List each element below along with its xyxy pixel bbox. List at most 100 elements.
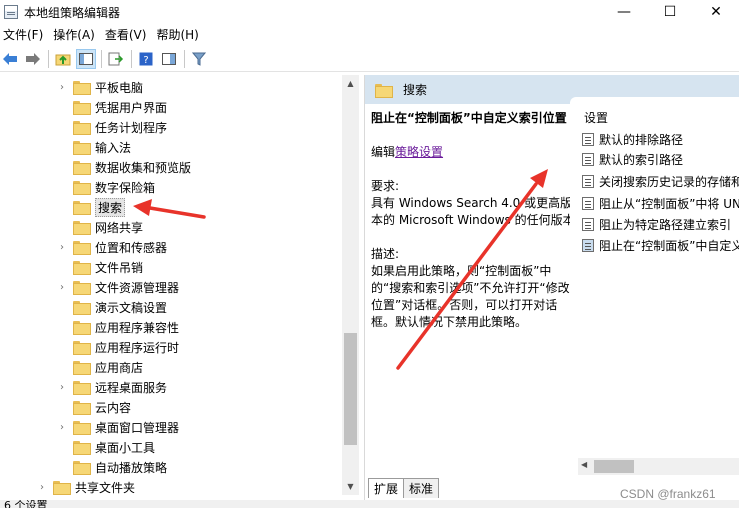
edit-prefix: 编辑 — [371, 145, 396, 159]
tree-item[interactable]: 文件吊销 — [56, 257, 358, 277]
gpedit-app-icon — [4, 5, 18, 19]
setting-item[interactable]: 默认的索引路径 — [582, 149, 739, 169]
folder-icon — [375, 83, 393, 98]
requirement-label: 要求: — [371, 179, 400, 193]
status-text: 6 个设置 — [4, 500, 48, 508]
chevron-right-icon[interactable]: › — [56, 242, 68, 253]
tree-item[interactable]: 凭据用户界面 — [56, 97, 358, 117]
menu-view[interactable]: 查看(V) — [102, 26, 154, 43]
folder-icon — [73, 421, 91, 435]
tree-item[interactable]: 应用程序兼容性 — [56, 317, 358, 337]
tree-item[interactable]: 应用程序运行时 — [56, 337, 358, 357]
tree-item[interactable]: › 平板电脑 — [56, 77, 358, 97]
tree-item[interactable]: 自动播放策略 — [56, 457, 358, 477]
folder-icon — [73, 261, 91, 275]
export-list-icon[interactable] — [106, 49, 126, 69]
toolbar-separator — [131, 49, 132, 68]
tree-item[interactable]: 演示文稿设置 — [56, 297, 358, 317]
tree-item[interactable]: 云内容 — [56, 397, 358, 417]
close-button[interactable]: ✕ — [693, 0, 739, 24]
setting-item[interactable]: 阻止从“控制面板”中将 UN — [582, 193, 739, 213]
tree-item-shared-folders[interactable]: › 共享文件夹 — [36, 477, 358, 495]
chevron-right-icon[interactable]: › — [56, 422, 68, 433]
settings-horizontal-scrollbar[interactable]: ◀ — [578, 458, 739, 475]
requirement-text: 具有 Windows Search 4.0 或更高版本的 Microsoft W… — [371, 196, 575, 227]
chevron-right-icon[interactable]: › — [56, 282, 68, 293]
folder-icon — [73, 381, 91, 395]
status-bar: 6 个设置 — [0, 500, 739, 508]
show-hide-tree-icon[interactable] — [76, 48, 96, 69]
description-text: 如果启用此策略，则“控制面板”中的“搜索和索引选项”不允许打开“修改位置”对话框… — [371, 264, 570, 329]
details-header-title: 搜索 — [403, 83, 428, 97]
scroll-up-icon[interactable]: ▲ — [342, 75, 359, 92]
scrollbar-thumb[interactable] — [344, 333, 357, 445]
tree-item[interactable]: › 远程桌面服务 — [56, 377, 358, 397]
watermark-text: CSDN @frankz61 — [620, 487, 716, 501]
up-folder-icon[interactable] — [53, 49, 73, 69]
menu-bar: 文件(F) 操作(A) 查看(V) 帮助(H) — [0, 24, 739, 44]
settings-list[interactable]: 设置 默认的排除路径 默认的索引路径 关闭搜索历史记录的存储和 阻止从“控制面板… — [570, 97, 739, 477]
toolbar: ? — [0, 46, 739, 72]
chevron-right-icon[interactable]: › — [56, 82, 68, 93]
tree-item-search-selected[interactable]: 搜索 — [56, 197, 358, 217]
folder-open-icon — [73, 201, 91, 215]
policy-setting-icon — [582, 217, 594, 231]
tree-item[interactable]: 桌面小工具 — [56, 437, 358, 457]
policy-setting-icon — [582, 174, 594, 188]
scroll-down-icon[interactable]: ▼ — [342, 478, 359, 495]
help-icon[interactable]: ? — [136, 49, 156, 69]
folder-icon — [73, 341, 91, 355]
details-pane: 搜索 阻止在“控制面板”中自定义索引位置 编辑策略设置 要求: 具有 Windo… — [364, 75, 739, 500]
forward-arrow-icon[interactable] — [23, 49, 43, 69]
tree-item[interactable]: 应用商店 — [56, 357, 358, 377]
tree-vertical-scrollbar[interactable]: ▲ ▼ — [342, 75, 359, 495]
policy-title: 阻止在“控制面板”中自定义索引位置 — [371, 111, 567, 125]
chevron-right-icon[interactable]: › — [56, 382, 68, 393]
tab-standard[interactable]: 标准 — [403, 478, 440, 498]
setting-item[interactable]: 阻止为特定路径建立索引 — [582, 214, 739, 234]
tree-item[interactable]: › 文件资源管理器 — [56, 277, 358, 297]
description-label: 描述: — [371, 247, 400, 261]
tree-item[interactable]: 数据收集和预览版 — [56, 157, 358, 177]
tree-item[interactable]: › 桌面窗口管理器 — [56, 417, 358, 437]
policy-setting-icon — [582, 196, 594, 210]
folder-icon — [73, 281, 91, 295]
edit-policy-link[interactable]: 策略设置 — [395, 145, 443, 159]
folder-icon — [73, 221, 91, 235]
maximize-button[interactable]: ☐ — [647, 0, 693, 24]
folder-icon — [73, 441, 91, 455]
policy-description: 阻止在“控制面板”中自定义索引位置 编辑策略设置 要求: 具有 Windows … — [371, 110, 575, 331]
folder-icon — [73, 81, 91, 95]
menu-action[interactable]: 操作(A) — [50, 26, 102, 43]
setting-item[interactable]: 关闭搜索历史记录的存储和 — [582, 171, 739, 191]
scrollbar-thumb[interactable] — [594, 460, 634, 473]
properties-icon[interactable] — [159, 49, 179, 69]
policy-setting-icon — [582, 238, 594, 252]
tree-item[interactable]: 数字保险箱 — [56, 177, 358, 197]
folder-icon — [73, 321, 91, 335]
folder-icon — [73, 161, 91, 175]
minimize-button[interactable]: — — [601, 0, 647, 24]
folder-icon — [73, 241, 91, 255]
folder-icon — [73, 181, 91, 195]
policy-setting-icon — [582, 152, 594, 166]
tree-item[interactable]: 任务计划程序 — [56, 117, 358, 137]
tree-item[interactable]: 输入法 — [56, 137, 358, 157]
chevron-right-icon[interactable]: › — [36, 482, 48, 493]
setting-item-selected[interactable]: 阻止在“控制面板”中自定义 — [582, 235, 739, 255]
svg-text:?: ? — [143, 55, 148, 66]
scroll-left-icon[interactable]: ◀ — [581, 460, 587, 469]
back-arrow-icon[interactable] — [0, 49, 20, 69]
setting-item[interactable]: 默认的排除路径 — [582, 129, 739, 149]
folder-icon — [73, 401, 91, 415]
toolbar-separator — [101, 49, 102, 68]
tab-extended[interactable]: 扩展 — [368, 478, 405, 498]
policy-tree[interactable]: › 平板电脑 凭据用户界面 任务计划程序 输入法 数据收集和预览版 数字保险箱 搜… — [0, 75, 358, 495]
menu-file[interactable]: 文件(F) — [0, 26, 50, 43]
settings-column-header[interactable]: 设置 — [584, 109, 608, 126]
tree-item[interactable]: 网络共享 — [56, 217, 358, 237]
filter-icon[interactable] — [189, 49, 209, 69]
menu-help[interactable]: 帮助(H) — [153, 26, 205, 43]
folder-icon — [73, 141, 91, 155]
tree-item[interactable]: › 位置和传感器 — [56, 237, 358, 257]
